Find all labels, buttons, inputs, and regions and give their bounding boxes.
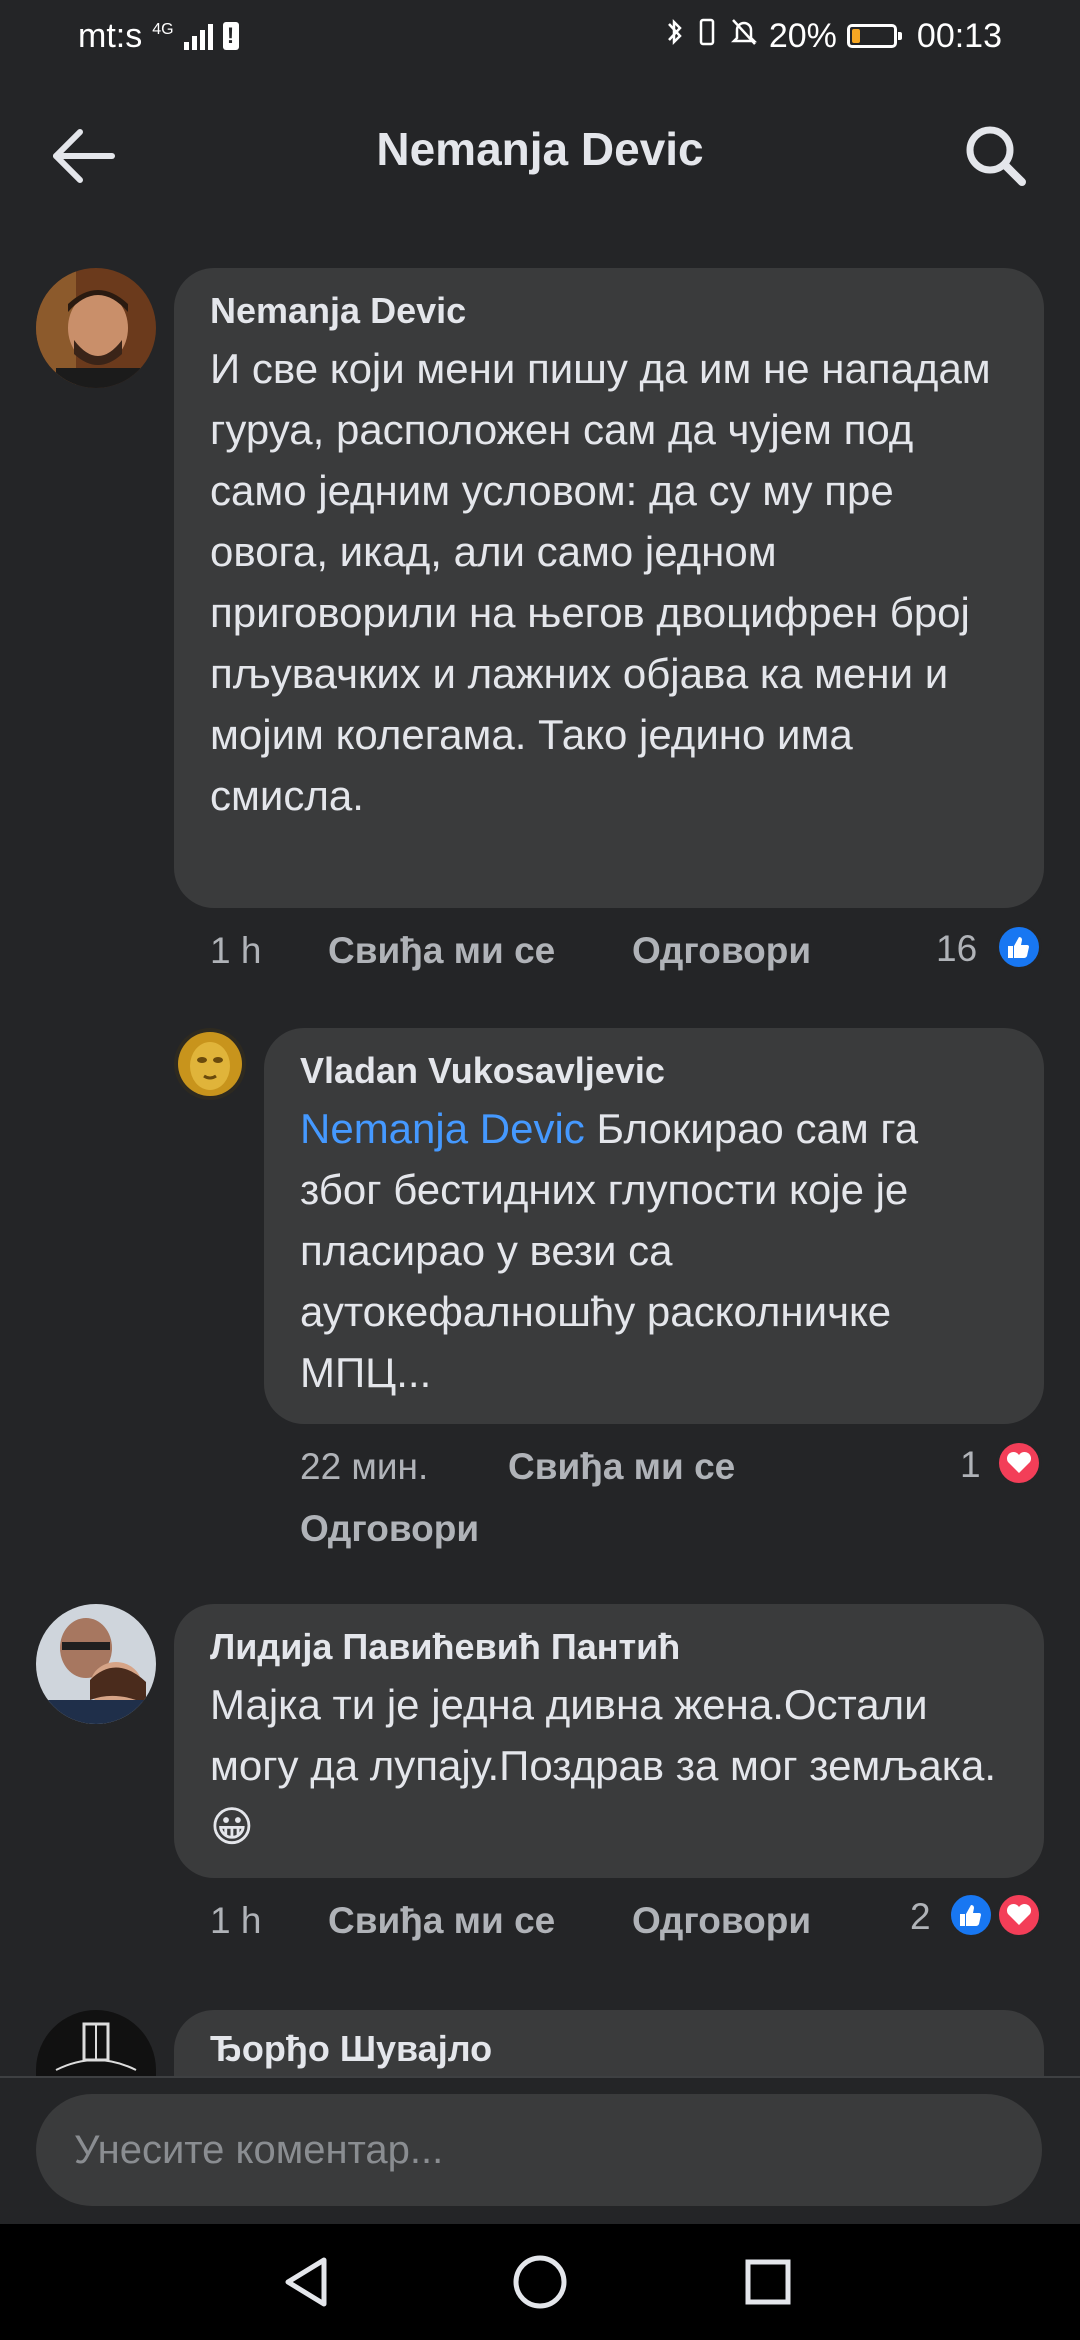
mention-link[interactable]: Nemanja Devic — [300, 1105, 585, 1152]
battery-icon — [846, 24, 902, 48]
search-icon — [966, 126, 1026, 186]
nav-home-button[interactable] — [504, 2246, 576, 2318]
comment-time: 1 h — [210, 930, 262, 971]
like-button[interactable]: Свиђа ми се — [328, 1900, 555, 1942]
status-bar: mt:s 4G ! 20% 00:13 — [0, 0, 1080, 72]
like-reaction-icon — [948, 1892, 994, 1938]
page-title: Nemanja Devic — [376, 123, 704, 175]
grinning-face-emoji: 😀 — [210, 1803, 254, 1850]
love-reaction-icon — [996, 1440, 1042, 1486]
comment-author[interactable]: Nemanja Devic — [210, 290, 1008, 332]
avatar-photo — [36, 1604, 156, 1724]
reply-button[interactable]: Одговори — [632, 930, 811, 972]
carrier-label: mt:s — [78, 16, 143, 55]
triangle-back-icon — [285, 2257, 327, 2307]
comment-text-body: Мајка ти је једна дивна жена.Остали могу… — [210, 1681, 997, 1789]
clock: 00:13 — [916, 16, 1002, 55]
comment-input[interactable] — [36, 2094, 1042, 2206]
mute-bell-icon — [729, 16, 759, 57]
comment-text: И све који мени пишу да им не нападам гу… — [210, 345, 991, 819]
like-button[interactable]: Свиђа ми се — [508, 1446, 735, 1488]
alert-icon: ! — [222, 22, 239, 50]
nav-recents-button[interactable] — [732, 2246, 804, 2318]
square-recents-icon — [745, 2259, 791, 2305]
comment-composer — [0, 2076, 1080, 2226]
love-reaction-icon — [996, 1892, 1042, 1938]
signal-icon — [183, 22, 213, 50]
system-nav-bar — [0, 2224, 1080, 2340]
bluetooth-icon — [665, 16, 685, 57]
reply-button[interactable]: Одговори — [300, 1508, 479, 1550]
comment-time: 22 мин. — [300, 1446, 429, 1487]
like-button[interactable]: Свиђа ми се — [328, 930, 555, 972]
comment-text: Мајка ти је једна дивна жена.Остали могу… — [210, 1674, 1008, 1857]
avatar[interactable] — [36, 1604, 156, 1724]
avatar[interactable] — [36, 2010, 156, 2076]
comment-author[interactable]: Лидија Павићевић Пантић — [210, 1626, 1008, 1668]
comment-bubble[interactable]: Nemanja Devic И све који мени пишу да им… — [174, 268, 1044, 908]
search-button[interactable] — [956, 116, 1036, 196]
reply-button[interactable]: Одговори — [632, 1900, 811, 1942]
comment-text: Nemanja Devic Блокирао сам га због бести… — [300, 1098, 1008, 1403]
reaction-count[interactable]: 16 — [936, 928, 977, 970]
avatar-photo — [36, 268, 156, 388]
circle-home-icon — [513, 2255, 567, 2309]
network-type: 4G — [152, 20, 174, 38]
avatar[interactable] — [36, 268, 156, 388]
comment-bubble[interactable]: Ђорђо Шувајло — [174, 2010, 1044, 2076]
avatar-photo — [36, 2010, 156, 2076]
vibrate-icon — [695, 16, 719, 57]
battery-percent: 20% — [768, 16, 837, 55]
reaction-count[interactable]: 2 — [910, 1896, 931, 1938]
like-reaction-icon — [996, 924, 1042, 970]
avatar-photo — [174, 1028, 246, 1100]
avatar[interactable] — [174, 1028, 246, 1100]
comment-bubble[interactable]: Лидија Павићевић Пантић Мајка ти је једн… — [174, 1604, 1044, 1878]
comment-author[interactable]: Ђорђо Шувајло — [210, 2028, 1008, 2070]
comment-bubble[interactable]: Vladan Vukosavljevic Nemanja Devic Блоки… — [264, 1028, 1044, 1424]
nav-back-button[interactable] — [272, 2246, 344, 2318]
top-bar: Nemanja Devic — [0, 72, 1080, 232]
reaction-count[interactable]: 1 — [960, 1444, 981, 1486]
comment-time: 1 h — [210, 1900, 262, 1941]
comment-author[interactable]: Vladan Vukosavljevic — [300, 1050, 1008, 1092]
